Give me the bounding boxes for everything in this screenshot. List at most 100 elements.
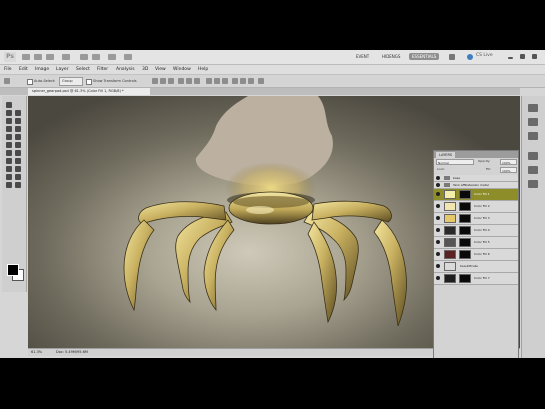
3d-rotate-tool-icon[interactable] <box>15 174 21 180</box>
zoom-level-icon[interactable] <box>62 54 70 60</box>
clone-stamp-tool-icon[interactable] <box>15 134 21 140</box>
layer-group-base[interactable]: base <box>434 175 518 182</box>
crop-tool-icon[interactable] <box>15 118 21 124</box>
history-brush-tool-icon[interactable] <box>6 142 12 148</box>
align-vcenter-icon[interactable] <box>160 78 166 84</box>
distribute-bottom-icon[interactable] <box>222 78 228 84</box>
menu-image[interactable]: Image <box>35 66 49 73</box>
type-tool-icon[interactable] <box>6 166 12 172</box>
layer-mask-thumbnail[interactable] <box>459 190 471 199</box>
show-transform-checkbox[interactable] <box>86 79 92 85</box>
visibility-eye-icon[interactable] <box>436 240 440 244</box>
layer-row[interactable]: Color Fill 1 <box>434 189 518 201</box>
lasso-tool-icon[interactable] <box>15 110 21 116</box>
visibility-eye-icon[interactable] <box>436 228 440 232</box>
layer-mask-thumbnail[interactable] <box>459 202 471 211</box>
document-tab[interactable]: spinner_gearpad.psd @ 61.3% (Color Fill … <box>28 88 150 95</box>
menu-filter[interactable]: Filter <box>97 66 108 73</box>
close-icon[interactable] <box>532 54 537 59</box>
layer-mask-thumbnail[interactable] <box>459 238 471 247</box>
visibility-eye-icon[interactable] <box>436 183 440 187</box>
auto-align-icon[interactable] <box>258 78 264 84</box>
menu-analysis[interactable]: Analysis <box>116 66 135 73</box>
hand-tool-icon[interactable] <box>80 54 88 60</box>
distribute-vcenter-icon[interactable] <box>214 78 220 84</box>
layer-row[interactable]: Color Fill 5 <box>434 237 518 249</box>
extras-icon[interactable] <box>46 54 54 60</box>
align-left-icon[interactable] <box>178 78 184 84</box>
foreground-color-swatch[interactable] <box>7 264 19 276</box>
menu-edit[interactable]: Edit <box>19 66 28 73</box>
auto-select-checkbox[interactable] <box>27 79 33 85</box>
arrange-documents-icon[interactable] <box>108 54 116 60</box>
menu-layer[interactable]: Layer <box>56 66 69 73</box>
screen-mode-icon[interactable] <box>124 54 132 60</box>
move-tool-icon[interactable] <box>6 102 12 108</box>
color-panel-icon[interactable] <box>528 152 538 160</box>
layer-row[interactable]: beautificate <box>434 261 518 273</box>
menu-help[interactable]: Help <box>198 66 208 73</box>
cs-live-icon[interactable] <box>467 54 473 60</box>
brush-tool-icon[interactable] <box>6 134 12 140</box>
swatches-panel-icon[interactable] <box>528 166 538 174</box>
layer-row[interactable]: Color Fill 2 <box>434 201 518 213</box>
workspace-hidengs[interactable]: HIDENGS <box>379 53 403 60</box>
layer-mask-thumbnail[interactable] <box>459 274 471 283</box>
histogram-panel-icon[interactable] <box>528 118 538 126</box>
menu-file[interactable]: File <box>4 66 12 73</box>
layer-row[interactable]: Color Fill 6 <box>434 249 518 261</box>
layer-row[interactable]: Color Fill 7 <box>434 273 518 285</box>
eraser-tool-icon[interactable] <box>15 142 21 148</box>
minimize-icon[interactable] <box>508 57 513 59</box>
workspace-event[interactable]: EVENT <box>353 53 372 60</box>
hand-tool-icon[interactable] <box>6 182 12 188</box>
blur-tool-icon[interactable] <box>15 150 21 156</box>
quick-select-tool-icon[interactable] <box>6 118 12 124</box>
menu-window[interactable]: Window <box>173 66 191 73</box>
distribute-top-icon[interactable] <box>206 78 212 84</box>
distribute-hcenter-icon[interactable] <box>240 78 246 84</box>
zoom-readout[interactable]: 61.3% <box>31 350 42 355</box>
shape-tool-icon[interactable] <box>6 174 12 180</box>
visibility-eye-icon[interactable] <box>436 216 440 220</box>
align-right-icon[interactable] <box>194 78 200 84</box>
healing-brush-tool-icon[interactable] <box>15 126 21 132</box>
maximize-icon[interactable] <box>520 54 525 59</box>
layer-row[interactable]: Color Fill 4 <box>434 225 518 237</box>
gradient-tool-icon[interactable] <box>6 150 12 156</box>
rotate-view-icon[interactable] <box>92 54 100 60</box>
align-top-icon[interactable] <box>152 78 158 84</box>
mini-bridge-icon[interactable] <box>34 54 42 60</box>
layer-group-tank[interactable]: Tank affiliate/skin metal <box>434 182 518 189</box>
info-panel-icon[interactable] <box>528 132 538 140</box>
auto-select-dropdown[interactable]: Group <box>59 77 83 86</box>
marquee-tool-icon[interactable] <box>6 110 12 116</box>
move-tool-preset-icon[interactable] <box>4 78 10 84</box>
menu-3d[interactable]: 3D <box>142 66 148 73</box>
visibility-eye-icon[interactable] <box>436 192 440 196</box>
pen-tool-icon[interactable] <box>15 158 21 164</box>
cs-live-label[interactable]: CS Live <box>476 53 493 58</box>
navigator-panel-icon[interactable] <box>528 104 538 112</box>
path-selection-tool-icon[interactable] <box>15 166 21 172</box>
blend-mode-dropdown[interactable]: Normal <box>436 159 474 165</box>
align-bottom-icon[interactable] <box>168 78 174 84</box>
distribute-right-icon[interactable] <box>248 78 254 84</box>
workspace-menu-icon[interactable] <box>449 54 455 60</box>
distribute-left-icon[interactable] <box>232 78 238 84</box>
visibility-eye-icon[interactable] <box>436 176 440 180</box>
visibility-eye-icon[interactable] <box>436 276 440 280</box>
layer-row[interactable]: Color Fill 3 <box>434 213 518 225</box>
bridge-icon[interactable] <box>22 54 30 60</box>
fill-field[interactable]: 100% <box>500 167 517 173</box>
workspace-essentials[interactable]: ESSENTIALS <box>409 53 440 60</box>
menu-view[interactable]: View <box>155 66 166 73</box>
styles-panel-icon[interactable] <box>528 180 538 188</box>
layer-mask-thumbnail[interactable] <box>459 250 471 259</box>
layer-mask-thumbnail[interactable] <box>459 214 471 223</box>
opacity-field[interactable]: 100% <box>500 159 517 165</box>
zoom-tool-icon[interactable] <box>15 182 21 188</box>
align-hcenter-icon[interactable] <box>186 78 192 84</box>
visibility-eye-icon[interactable] <box>436 204 440 208</box>
visibility-eye-icon[interactable] <box>436 264 440 268</box>
